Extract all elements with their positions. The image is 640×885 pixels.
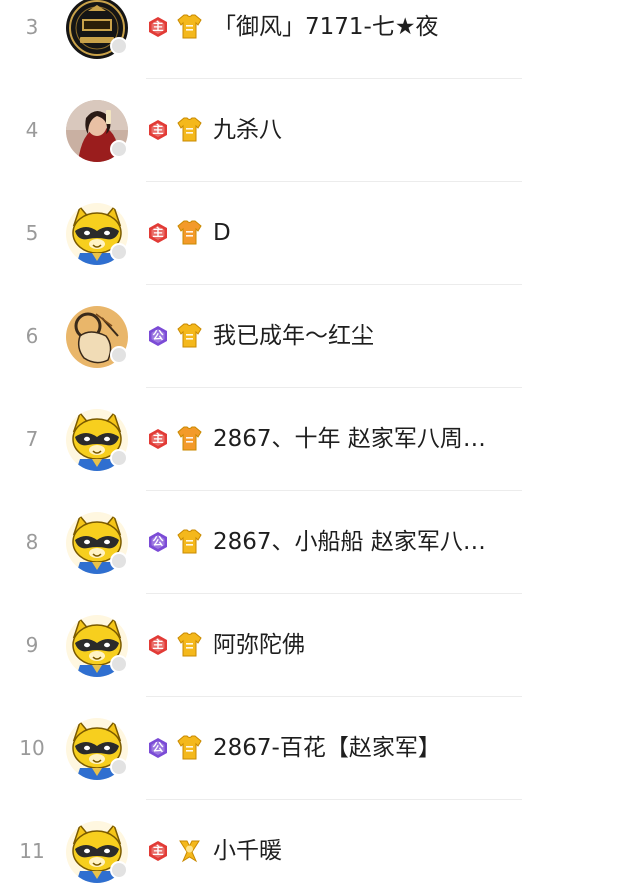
gold-vest-icon	[176, 631, 203, 658]
rank-number: 11	[19, 839, 45, 863]
member-row[interactable]: 4 主 九杀八	[0, 79, 640, 182]
rank-number: 6	[25, 324, 39, 348]
red-role-badge-icon: 主	[147, 840, 169, 862]
role-label: 主	[152, 20, 164, 33]
member-nickname[interactable]: 阿弥陀佛	[213, 594, 305, 697]
orange-vest-icon	[176, 425, 203, 452]
member-row[interactable]: 10 公 2867-百花【赵家军】	[0, 697, 640, 800]
member-row[interactable]: 6 公 我已成年～红尘	[0, 285, 640, 388]
avatar-container[interactable]	[66, 0, 128, 59]
member-row[interactable]: 9 主 阿弥陀佛	[0, 594, 640, 697]
member-nickname[interactable]: 小千暖	[213, 800, 282, 885]
member-row[interactable]: 5 主 D	[0, 182, 640, 285]
role-label: 主	[152, 844, 164, 857]
purple-role-badge-icon: 公	[147, 737, 169, 759]
rank-number: 10	[19, 736, 45, 760]
gold-vest-icon	[176, 528, 203, 555]
status-dot-icon	[110, 655, 128, 673]
member-nickname[interactable]: 2867、小船船 赵家军八…	[213, 491, 486, 594]
red-role-badge-icon: 主	[147, 222, 169, 244]
role-label: 主	[152, 432, 164, 445]
member-nickname[interactable]: 我已成年～红尘	[213, 285, 374, 388]
gold-vest-icon	[176, 734, 203, 761]
avatar-container[interactable]	[66, 615, 128, 677]
purple-role-badge-icon: 公	[147, 531, 169, 553]
avatar-container[interactable]	[66, 512, 128, 574]
red-role-badge-icon: 主	[147, 428, 169, 450]
status-dot-icon	[110, 552, 128, 570]
rank-number: 4	[25, 118, 39, 142]
gold-ribbon-icon	[176, 837, 203, 864]
member-nickname[interactable]: 2867、十年 赵家军八周…	[213, 388, 486, 491]
role-label: 公	[152, 329, 164, 342]
red-role-badge-icon: 主	[147, 634, 169, 656]
orange-vest-icon	[176, 219, 203, 246]
gold-vest-icon	[176, 322, 203, 349]
avatar-container[interactable]	[66, 306, 128, 368]
status-dot-icon	[110, 243, 128, 261]
member-row[interactable]: 7 主 2867、十年 赵家军八周…	[0, 388, 640, 491]
role-label: 主	[152, 638, 164, 651]
status-dot-icon	[110, 140, 128, 158]
rank-number: 7	[25, 427, 39, 451]
status-dot-icon	[110, 861, 128, 879]
purple-role-badge-icon: 公	[147, 325, 169, 347]
role-label: 主	[152, 123, 164, 136]
rank-number: 8	[25, 530, 39, 554]
role-label: 公	[152, 535, 164, 548]
member-row[interactable]: 8 公 2867、小船船 赵家军八…	[0, 491, 640, 594]
status-dot-icon	[110, 449, 128, 467]
avatar-container[interactable]	[66, 100, 128, 162]
red-role-badge-icon: 主	[147, 16, 169, 38]
avatar-container[interactable]	[66, 718, 128, 780]
role-label: 主	[152, 226, 164, 239]
avatar-container[interactable]	[66, 203, 128, 265]
member-nickname[interactable]: 2867-百花【赵家军】	[213, 697, 441, 800]
red-role-badge-icon: 主	[147, 119, 169, 141]
status-dot-icon	[110, 346, 128, 364]
rank-number: 5	[25, 221, 39, 245]
gold-vest-icon	[176, 116, 203, 143]
role-label: 公	[152, 741, 164, 754]
rank-number: 9	[25, 633, 39, 657]
member-row[interactable]: 11 主 小千暖	[0, 800, 640, 885]
status-dot-icon	[110, 37, 128, 55]
member-nickname[interactable]: 「御风」7171-七★夜	[213, 0, 438, 79]
gold-vest-icon	[176, 13, 203, 40]
member-row[interactable]: 3 主 「御风」7171-七★夜	[0, 0, 640, 79]
rank-number: 3	[25, 15, 39, 39]
avatar-container[interactable]	[66, 409, 128, 471]
member-nickname[interactable]: D	[213, 182, 231, 285]
status-dot-icon	[110, 758, 128, 776]
avatar-container[interactable]	[66, 821, 128, 883]
member-list: 3 主 「御风」7171-七★夜 4 主 九杀八 5 主 D 6 公 我已成年～…	[0, 0, 640, 885]
member-nickname[interactable]: 九杀八	[213, 79, 282, 182]
